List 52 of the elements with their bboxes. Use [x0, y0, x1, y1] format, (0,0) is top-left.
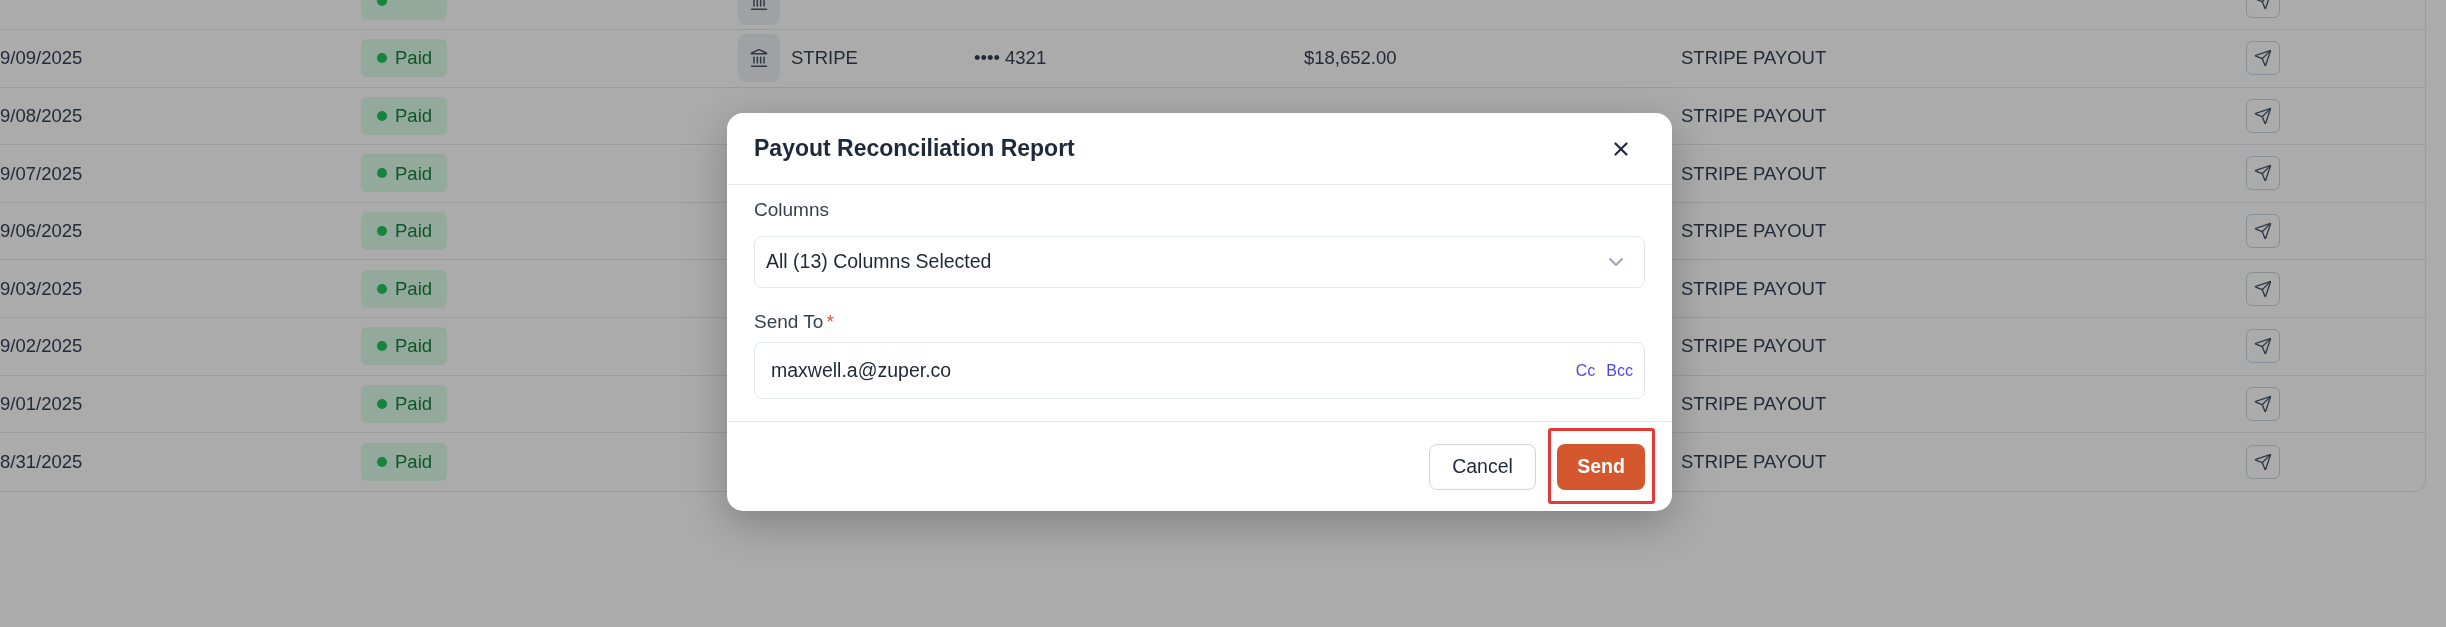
send-button[interactable]: Send: [1557, 443, 1645, 490]
send-icon: [2254, 164, 2272, 183]
payout-date: 9/03/2025: [0, 276, 83, 301]
dialog-title: Payout Reconciliation Report: [754, 134, 1075, 164]
status-label: Paid: [395, 276, 433, 301]
send-to-field[interactable]: maxwell.a@zuper.co Cc Bcc: [754, 342, 1645, 399]
send-button[interactable]: [2246, 214, 2280, 249]
cancel-button[interactable]: Cancel: [1429, 443, 1536, 490]
payout-description: STRIPE PAYOUT: [1681, 450, 1827, 475]
recipient-link[interactable]: Bcc: [1606, 358, 1633, 383]
payout-date: 9/06/2025: [0, 219, 83, 244]
payout-date: 9/02/2025: [0, 334, 83, 359]
send-button[interactable]: [2246, 271, 2280, 306]
send-button[interactable]: [2246, 329, 2280, 364]
payout-date: 9/01/2025: [0, 392, 83, 416]
send-button[interactable]: [2246, 156, 2280, 191]
columns-select[interactable]: All (13) Columns Selected: [754, 236, 1645, 288]
bank-name: STRIPE: [791, 46, 858, 71]
send-icon: [2254, 222, 2272, 241]
payout-description: STRIPE PAYOUT: [1681, 392, 1827, 416]
send-icon: [2254, 337, 2272, 356]
account-number: •••• 4321: [974, 46, 1047, 71]
payout-date: 9/08/2025: [0, 104, 83, 128]
payout-date: 9/07/2025: [0, 161, 83, 186]
send-button[interactable]: [2246, 98, 2280, 133]
payout-date: 8/31/2025: [0, 450, 83, 475]
status-label: Paid: [395, 104, 433, 128]
payout-description: STRIPE PAYOUT: [1681, 276, 1827, 301]
payout-amount: $18,652.00: [1304, 46, 1397, 71]
payout-description: STRIPE PAYOUT: [1681, 219, 1827, 244]
status-label: Paid: [395, 161, 433, 186]
send-icon: [2254, 394, 2272, 413]
status-label: Paid: [395, 46, 433, 71]
payout-description: STRIPE PAYOUT: [1681, 46, 1827, 71]
field-label: Send To*: [754, 311, 835, 333]
send-button[interactable]: [2246, 444, 2280, 479]
send-button[interactable]: [2246, 41, 2280, 76]
recipient-link[interactable]: Cc: [1575, 358, 1596, 383]
payout-description: STRIPE PAYOUT: [1681, 104, 1827, 128]
status-label: Paid: [395, 392, 433, 416]
send-icon: [2254, 106, 2272, 125]
send-button[interactable]: [2246, 386, 2280, 421]
send-icon: [2254, 279, 2272, 298]
send-icon: [2254, 49, 2272, 68]
status-label: Paid: [395, 334, 433, 359]
send-icon: [2254, 452, 2272, 471]
payout-description: STRIPE PAYOUT: [1681, 161, 1827, 186]
field-label: Columns: [754, 199, 830, 221]
payout-description: STRIPE PAYOUT: [1681, 334, 1827, 359]
status-label: Paid: [395, 450, 433, 475]
status-label: Paid: [395, 219, 433, 244]
payout-date: 9/09/2025: [0, 46, 83, 71]
